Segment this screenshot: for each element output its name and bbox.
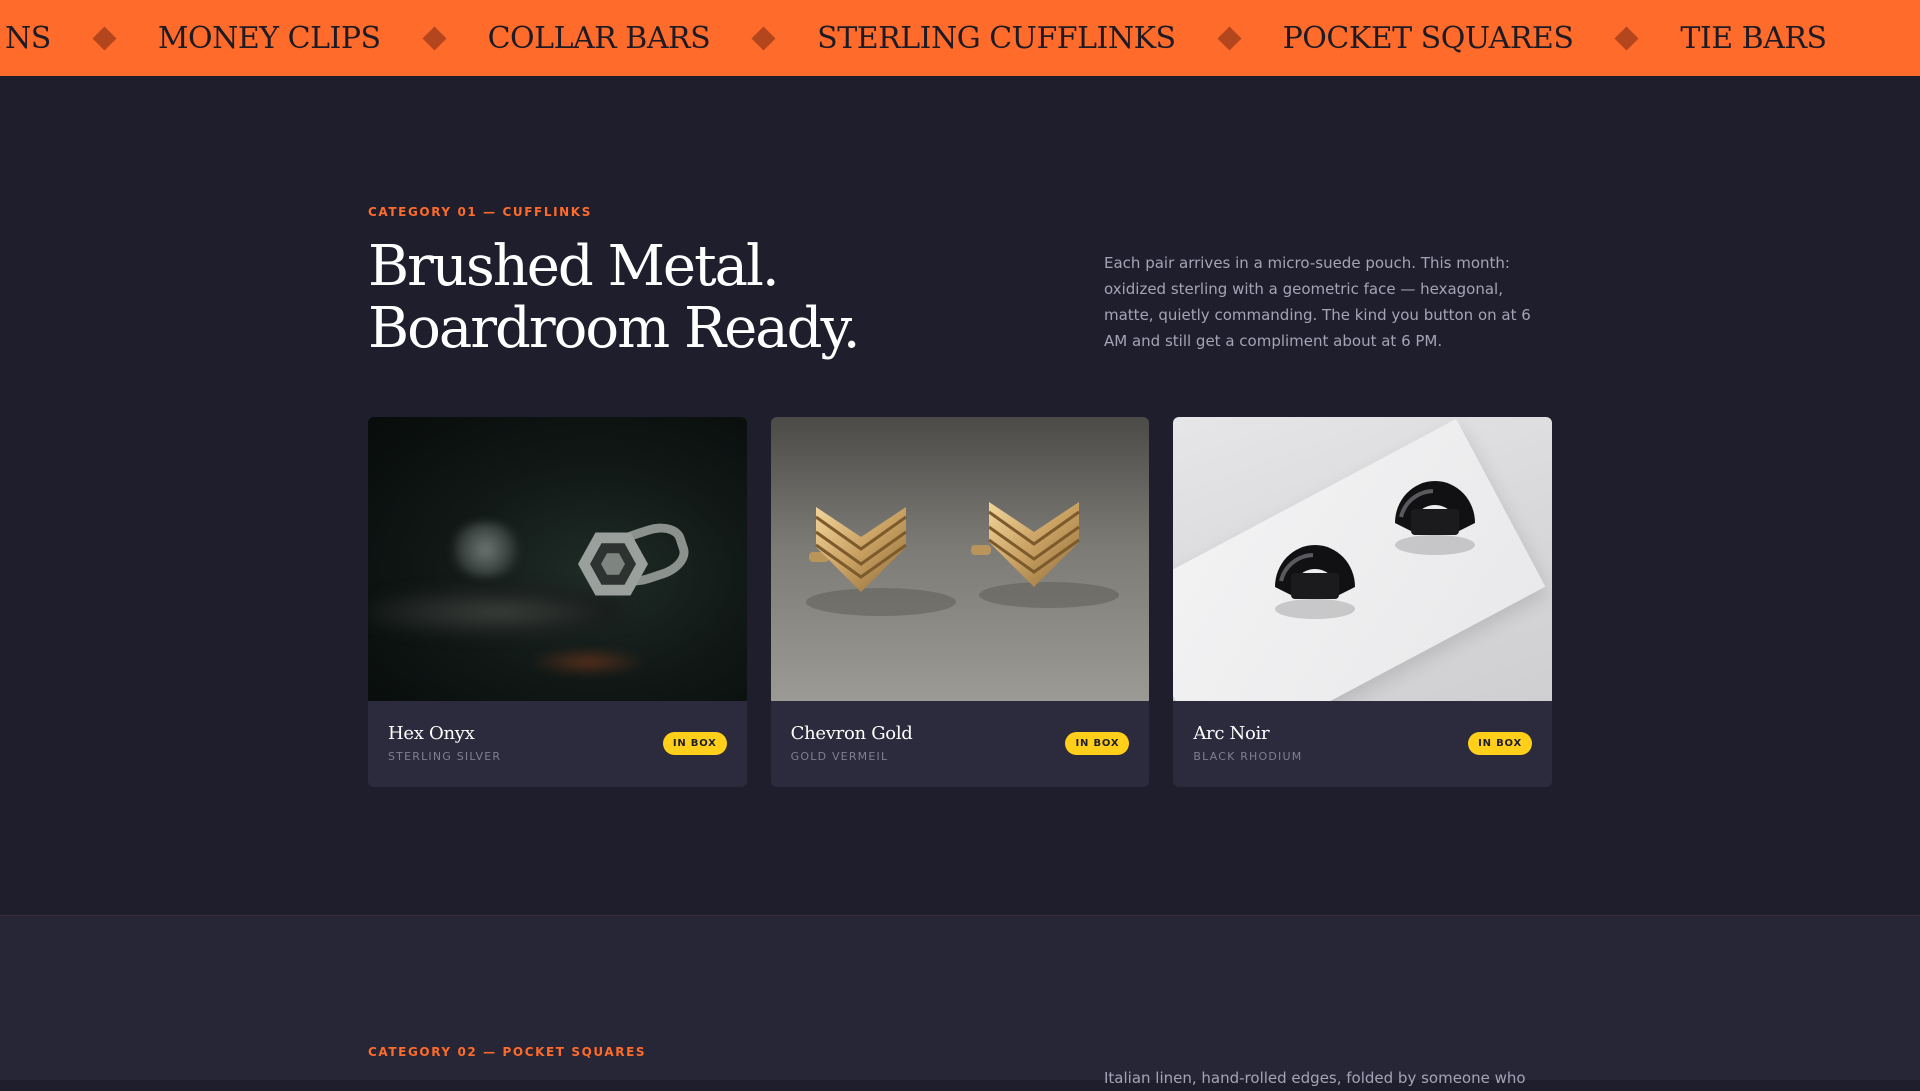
product-info: Arc Noir BLACK RHODIUM IN BOX bbox=[1173, 701, 1552, 787]
category-eyebrow: CATEGORY 01 — CUFFLINKS bbox=[368, 205, 592, 219]
diamond-separator-icon bbox=[1614, 25, 1639, 51]
product-card-hex-onyx[interactable]: Hex Onyx STERLING SILVER IN BOX bbox=[368, 417, 747, 787]
cufflinks-section: CATEGORY 01 — CUFFLINKS Brushed Metal. B… bbox=[0, 76, 1920, 915]
product-info: Chevron Gold GOLD VERMEIL IN BOX bbox=[771, 701, 1150, 787]
product-image-arc-cufflinks bbox=[1173, 417, 1553, 701]
diamond-separator-icon bbox=[92, 25, 117, 51]
in-box-badge: IN BOX bbox=[662, 732, 727, 755]
in-box-badge: IN BOX bbox=[1065, 732, 1130, 755]
section-description: Italian linen, hand-rolled edges, folded… bbox=[1104, 1069, 1526, 1087]
pocket-squares-section: CATEGORY 02 — POCKET SQUARES Italian lin… bbox=[0, 915, 1920, 1087]
category-marquee: NS MONEY CLIPS COLLAR BARS STERLING CUFF… bbox=[0, 0, 1920, 76]
marquee-track: NS MONEY CLIPS COLLAR BARS STERLING CUFF… bbox=[0, 0, 1872, 76]
marquee-item[interactable]: POCKET SQUARES bbox=[1283, 21, 1574, 56]
diamond-separator-icon bbox=[751, 25, 776, 51]
product-grid: Hex Onyx STERLING SILVER IN BOX Chevron … bbox=[368, 417, 1553, 787]
product-card-chevron-gold[interactable]: Chevron Gold GOLD VERMEIL IN BOX bbox=[770, 417, 1150, 787]
in-box-badge: IN BOX bbox=[1468, 732, 1533, 755]
product-image-hex-ring bbox=[368, 417, 747, 701]
section-headline: Brushed Metal. Boardroom Ready. bbox=[368, 234, 861, 361]
marquee-item[interactable]: STERLING CUFFLINKS bbox=[817, 21, 1176, 56]
diamond-separator-icon bbox=[422, 25, 447, 51]
marquee-item[interactable]: NS bbox=[5, 21, 51, 56]
headline-line-1: Brushed Metal. bbox=[368, 234, 780, 299]
diamond-separator-icon bbox=[1217, 25, 1242, 51]
section-description: Each pair arrives in a micro-suede pouch… bbox=[1104, 254, 1531, 350]
marquee-item[interactable]: TIE BARS bbox=[1680, 21, 1827, 56]
product-image-chevron-cufflinks bbox=[770, 417, 1150, 701]
product-info: Hex Onyx STERLING SILVER IN BOX bbox=[368, 701, 747, 787]
category-eyebrow: CATEGORY 02 — POCKET SQUARES bbox=[368, 1045, 647, 1059]
marquee-item[interactable]: COLLAR BARS bbox=[488, 21, 711, 56]
headline-line-2: Boardroom Ready. bbox=[368, 296, 861, 361]
marquee-item[interactable]: MONEY CLIPS bbox=[158, 21, 381, 56]
product-card-arc-noir[interactable]: Arc Noir BLACK RHODIUM IN BOX bbox=[1173, 417, 1553, 787]
